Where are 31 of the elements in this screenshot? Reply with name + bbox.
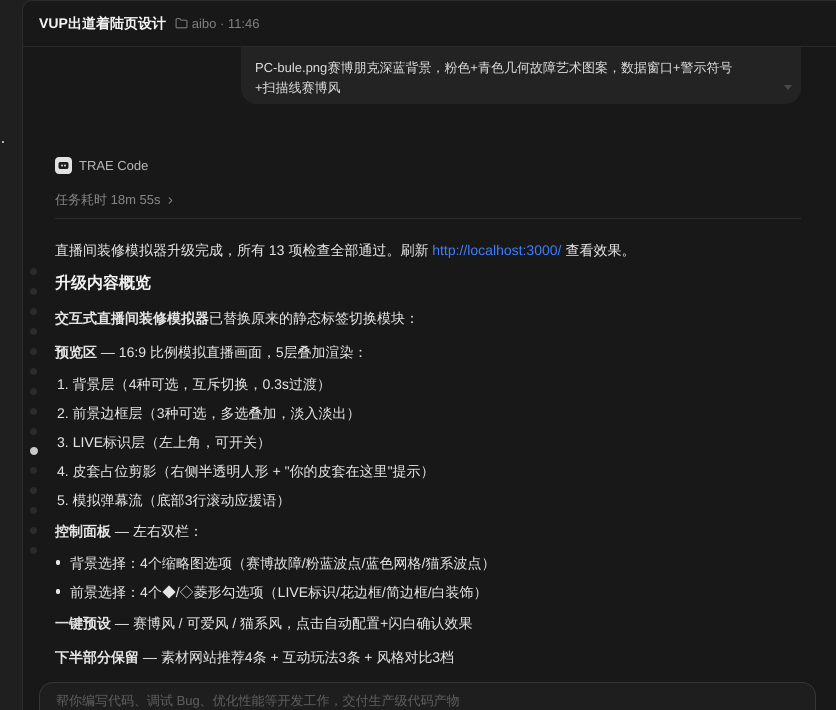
project-meta: aibo · 11:46	[192, 14, 260, 33]
paragraph: 一键预设 — 赛博风 / 可爱风 / 猫系风，点击自动配置+闪白确认效果	[55, 614, 472, 633]
section-heading: 升级内容概览	[55, 273, 151, 294]
list-item-text: 背景层（4种可选，互斥切换，0.3s过渡）	[72, 374, 331, 394]
message-input[interactable]: 帮你编写代码、调试 Bug、优化性能等开发工作，交付生产级代码产物	[39, 682, 816, 710]
paragraph: 控制面板 — 左右双栏：	[55, 522, 203, 541]
paragraph: 下半部分保留 — 素材网站推荐4条 + 互动玩法3条 + 风格对比3档	[55, 648, 454, 667]
bullet-icon	[56, 560, 60, 565]
window-title: VUP出道着陆页设计	[39, 14, 166, 33]
list-item-text: 前景选择：4个◆/◇菱形勾选项（LIVE标识/花边框/简边框/白装饰）	[70, 582, 488, 602]
list-item-text: 前景边框层（3种可选，多选叠加，淡入淡出）	[72, 404, 360, 422]
list-number: 3.	[57, 432, 69, 452]
list-item-text: 皮套占位剪影（右侧半透明人形 + "你的皮套在这里"提示）	[72, 462, 435, 480]
paragraph: 交互式直播间装修模拟器已替换原来的静态标签切换模块：	[55, 309, 419, 328]
list-number: 2.	[57, 404, 69, 422]
list-item-text: 背景选择：4个缩略图选项（赛博故障/粉蓝波点/蓝色网格/猫系波点）	[70, 554, 496, 572]
folder-icon	[174, 17, 188, 30]
list-number: 5.	[57, 490, 69, 510]
assistant-name: TRAE Code	[79, 156, 148, 175]
list-item-text: LIVE标识层（左上角，可开关）	[72, 432, 272, 452]
user-message-text: PC-bule.png赛博朋克深蓝背景，粉色+青色几何故障艺术图案，数据窗口+警示符号+扫描线赛博风	[255, 59, 734, 97]
caret-down-icon[interactable]	[784, 85, 792, 90]
list-number: 4.	[57, 462, 69, 480]
paragraph: 预览区 — 16:9 比例模拟直播画面，5层叠加渲染：	[55, 343, 368, 362]
localhost-link[interactable]: http://localhost:3000/	[432, 242, 562, 258]
chat-face-icon	[55, 157, 72, 174]
list-item-text: 模拟弹幕流（底部3行滚动应援语）	[72, 490, 290, 510]
duration-toggle[interactable]: 任务耗时 18m 55s	[55, 191, 176, 209]
paragraph: 直播间装修模拟器升级完成，所有 13 项检查全部通过。刷新 http://localhost:3000/ 查看效果。	[55, 241, 636, 260]
bullet-icon	[56, 589, 60, 594]
list-number: 1.	[57, 374, 69, 394]
